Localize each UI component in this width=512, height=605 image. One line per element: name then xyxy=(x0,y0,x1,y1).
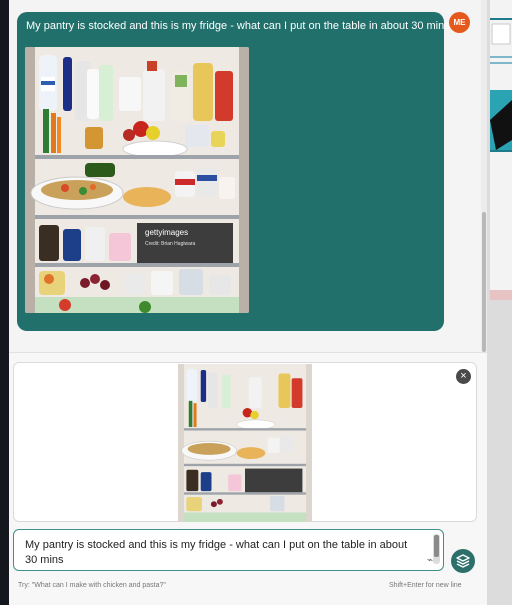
window-left-edge xyxy=(0,0,9,605)
background-art xyxy=(490,0,512,330)
user-message-bubble: My pantry is stocked and this is my frid… xyxy=(17,12,450,331)
message-list[interactable]: My pantry is stocked and this is my frid… xyxy=(9,0,481,352)
message-input[interactable]: My pantry is stocked and this is my frid… xyxy=(13,529,444,571)
paperclip-icon[interactable]: ⌁ xyxy=(427,555,433,566)
remove-attachment-button[interactable]: × xyxy=(456,369,471,384)
attachment-thumbnail xyxy=(178,364,312,522)
input-hint: Try: "What can I make with chicken and p… xyxy=(18,582,166,589)
message-text: My pantry is stocked and this is my frid… xyxy=(26,20,450,32)
layers-icon xyxy=(456,554,470,568)
getty-credit: Credit: Brian Hagiwara xyxy=(145,241,196,247)
input-scroll-thumb[interactable] xyxy=(434,535,439,557)
attachment-preview: × xyxy=(13,362,477,522)
background-window-content xyxy=(490,0,512,330)
fridge-photo[interactable]: gettyimages Credit: Brian Hagiwara xyxy=(25,47,249,313)
fridge-illustration: gettyimages Credit: Brian Hagiwara xyxy=(25,47,249,313)
shortcut-hint: Shift+Enter for new line xyxy=(389,582,462,589)
getty-watermark: gettyimages xyxy=(145,228,188,237)
message-input-text[interactable]: My pantry is stocked and this is my frid… xyxy=(25,538,410,568)
user-avatar: ME xyxy=(449,12,470,33)
thumbnail-illustration xyxy=(178,364,312,522)
close-icon: × xyxy=(460,370,467,382)
chat-panel: My pantry is stocked and this is my frid… xyxy=(9,0,487,605)
chat-scroll-thumb[interactable] xyxy=(482,212,486,352)
divider xyxy=(9,352,487,353)
send-button[interactable] xyxy=(451,549,475,573)
